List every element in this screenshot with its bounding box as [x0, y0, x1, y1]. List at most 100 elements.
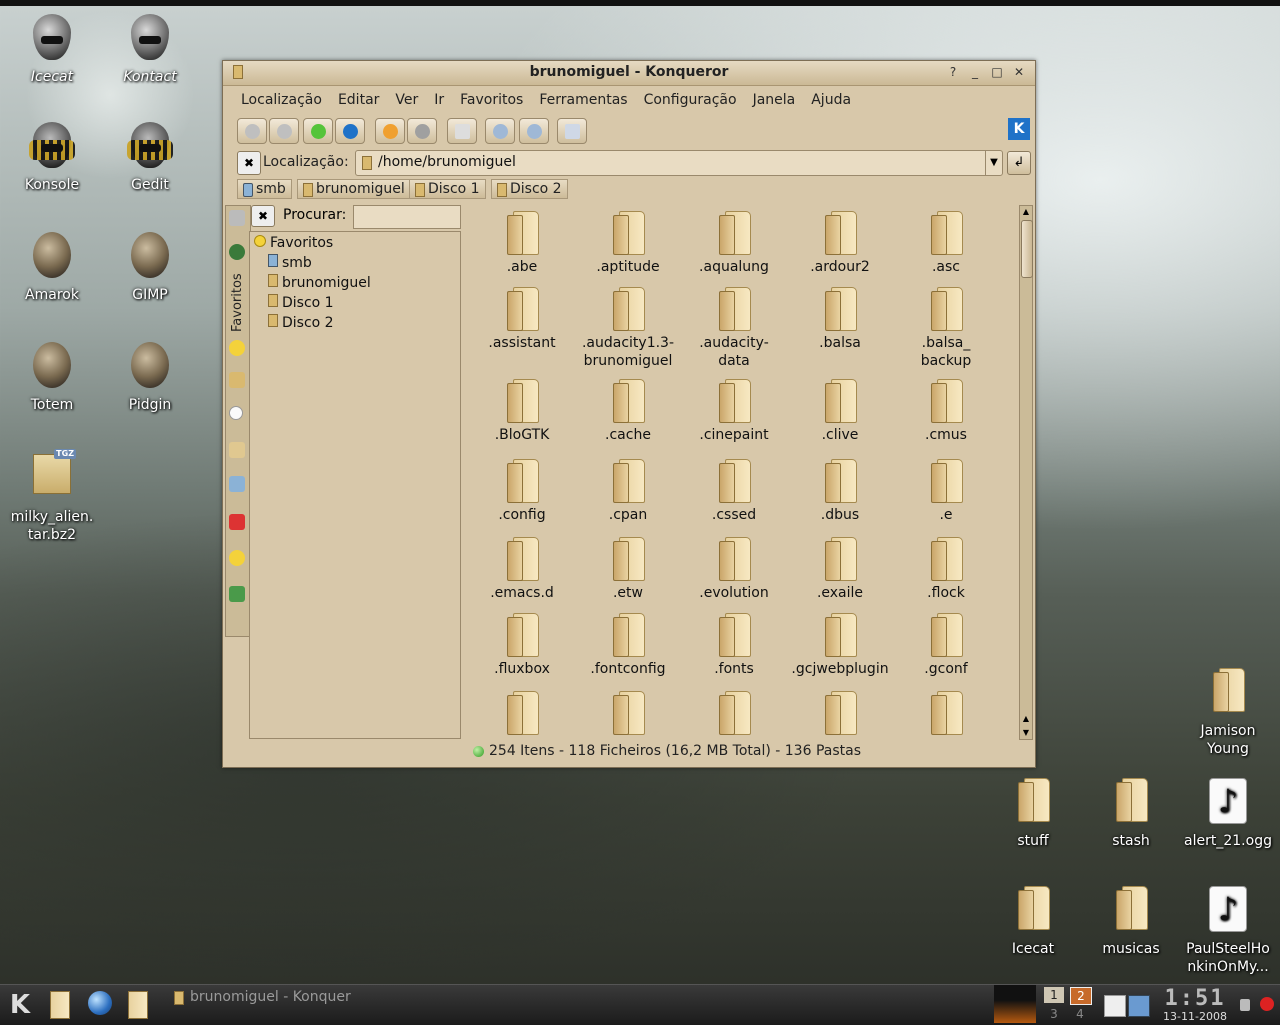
- file-item[interactable]: .gconf: [893, 613, 999, 678]
- file-item[interactable]: .clive: [787, 379, 893, 444]
- file-item[interactable]: .flock: [893, 537, 999, 602]
- desktop-icon-stash[interactable]: stash: [1082, 778, 1180, 850]
- file-item[interactable]: .etw: [575, 537, 681, 602]
- home-folder-launcher[interactable]: [50, 991, 74, 1019]
- pager-desktop-1[interactable]: 1: [1044, 987, 1064, 1003]
- desktop-icon-kontact[interactable]: Kontact: [101, 14, 199, 86]
- file-item[interactable]: .evolution: [681, 537, 787, 602]
- file-item[interactable]: .exaile: [787, 537, 893, 602]
- lock-icon[interactable]: [1240, 999, 1250, 1011]
- file-item[interactable]: .BloGTK: [469, 379, 575, 444]
- vertical-scrollbar[interactable]: ▲ ▲ ▼: [1019, 205, 1033, 740]
- forward-button[interactable]: [269, 118, 299, 144]
- file-item[interactable]: .asc: [893, 211, 999, 276]
- menu-configuracao[interactable]: Configuração: [636, 92, 745, 108]
- menu-ajuda[interactable]: Ajuda: [803, 92, 859, 108]
- file-item[interactable]: .assistant: [469, 287, 575, 352]
- file-item[interactable]: .cssed: [681, 459, 787, 524]
- file-item[interactable]: .aptitude: [575, 211, 681, 276]
- up-button[interactable]: [303, 118, 333, 144]
- file-item[interactable]: .config: [469, 459, 575, 524]
- star-icon[interactable]: [229, 340, 245, 356]
- services-icon[interactable]: [229, 514, 245, 530]
- file-item[interactable]: .audacity- data: [681, 287, 787, 370]
- file-item[interactable]: [787, 691, 893, 738]
- clock[interactable]: 1:51 13-11-2008: [1160, 987, 1230, 1023]
- search-input[interactable]: [353, 205, 461, 229]
- file-item[interactable]: .cmus: [893, 379, 999, 444]
- desktop-icon-milky-alien-archive[interactable]: TGZ milky_alien. tar.bz2: [3, 449, 101, 544]
- stop-button[interactable]: [407, 118, 437, 144]
- clock-icon[interactable]: [229, 406, 243, 420]
- menu-favoritos[interactable]: Favoritos: [452, 92, 531, 108]
- file-manager-launcher[interactable]: [128, 991, 152, 1019]
- file-item[interactable]: [893, 691, 999, 738]
- folder-icon[interactable]: [229, 372, 245, 388]
- help-button[interactable]: ?: [945, 64, 961, 80]
- desktop-icon-gimp[interactable]: GIMP: [101, 232, 199, 304]
- file-item[interactable]: .balsa: [787, 287, 893, 352]
- menu-janela[interactable]: Janela: [745, 92, 804, 108]
- bookmark-smb[interactable]: smb: [237, 179, 292, 199]
- file-item[interactable]: [681, 691, 787, 738]
- file-item[interactable]: .gcjwebplugin: [787, 613, 893, 678]
- kde-menu-button[interactable]: K: [4, 989, 36, 1021]
- desktop-icon-alert-ogg[interactable]: ♪ alert_21.ogg: [1179, 778, 1277, 850]
- tree-root-favoritos[interactable]: Favoritos: [254, 234, 333, 252]
- file-item[interactable]: .cpan: [575, 459, 681, 524]
- menu-ver[interactable]: Ver: [387, 92, 426, 108]
- pager-desktop-3[interactable]: 3: [1044, 1006, 1064, 1022]
- file-item[interactable]: .aqualung: [681, 211, 787, 276]
- clear-search-button[interactable]: ✖: [251, 205, 275, 227]
- bookmark-star-icon[interactable]: [229, 550, 245, 566]
- desktop-icon-icecat[interactable]: Icecat: [3, 14, 101, 86]
- home-folder-icon[interactable]: [229, 442, 245, 458]
- menu-ir[interactable]: Ir: [426, 92, 452, 108]
- pager-desktop-2[interactable]: 2: [1070, 987, 1092, 1005]
- file-item[interactable]: .dbus: [787, 459, 893, 524]
- clear-location-button[interactable]: ✖: [237, 151, 261, 175]
- desktop-icon-musicas[interactable]: musicas: [1082, 886, 1180, 958]
- desktop-icon-totem[interactable]: Totem: [3, 342, 101, 414]
- task-konqueror[interactable]: brunomiguel - Konquer: [172, 987, 380, 1007]
- desktop-icon-stuff[interactable]: stuff: [984, 778, 1082, 850]
- bookmark-disco-1[interactable]: Disco 1: [409, 179, 486, 199]
- desktop-icon-icecat-folder[interactable]: Icecat: [984, 886, 1082, 958]
- pager-desktop-4[interactable]: 4: [1070, 1006, 1090, 1022]
- back-button[interactable]: [237, 118, 267, 144]
- scrollbar-thumb[interactable]: [1021, 220, 1033, 278]
- file-item[interactable]: .balsa_ backup: [893, 287, 999, 370]
- file-item[interactable]: .fontconfig: [575, 613, 681, 678]
- minimize-button[interactable]: _: [967, 64, 983, 80]
- zoom-out-button[interactable]: [519, 118, 549, 144]
- globe-icon[interactable]: [229, 244, 245, 260]
- home-button[interactable]: [335, 118, 365, 144]
- desktop-icon-konsole[interactable]: Konsole: [3, 122, 101, 194]
- file-item[interactable]: .audacity1.3- brunomiguel: [575, 287, 681, 370]
- sidebar-tab-favoritos[interactable]: Favoritos: [226, 268, 250, 338]
- location-input[interactable]: /home/brunomiguel ▼: [355, 150, 1003, 176]
- file-item[interactable]: .abe: [469, 211, 575, 276]
- file-item[interactable]: .fonts: [681, 613, 787, 678]
- print-button[interactable]: [447, 118, 477, 144]
- tree-item-brunomiguel[interactable]: brunomiguel: [268, 274, 371, 292]
- desktop-icon-gedit[interactable]: Gedit: [101, 122, 199, 194]
- file-item[interactable]: .emacs.d: [469, 537, 575, 602]
- zoom-in-button[interactable]: [485, 118, 515, 144]
- go-button[interactable]: ↲: [1007, 151, 1031, 175]
- close-button[interactable]: ✕: [1011, 64, 1027, 80]
- clipboard-icon[interactable]: [1104, 995, 1126, 1017]
- logout-icon[interactable]: [1260, 997, 1274, 1011]
- tree-item-smb[interactable]: smb: [268, 254, 312, 272]
- bookmark-brunomiguel[interactable]: brunomiguel: [297, 179, 411, 199]
- file-item[interactable]: .cache: [575, 379, 681, 444]
- file-item[interactable]: .fluxbox: [469, 613, 575, 678]
- file-item[interactable]: [469, 691, 575, 738]
- scroll-up-arrow[interactable]: ▲: [1020, 206, 1032, 218]
- scroll-down-arrow[interactable]: ▼: [1020, 727, 1032, 739]
- reload-button[interactable]: [375, 118, 405, 144]
- desktop-icon-jamison-young[interactable]: Jamison Young: [1179, 668, 1277, 758]
- desktop-icon-pidgin[interactable]: Pidgin: [101, 342, 199, 414]
- file-item[interactable]: .e: [893, 459, 999, 524]
- tree-item-disco-2[interactable]: Disco 2: [268, 314, 334, 332]
